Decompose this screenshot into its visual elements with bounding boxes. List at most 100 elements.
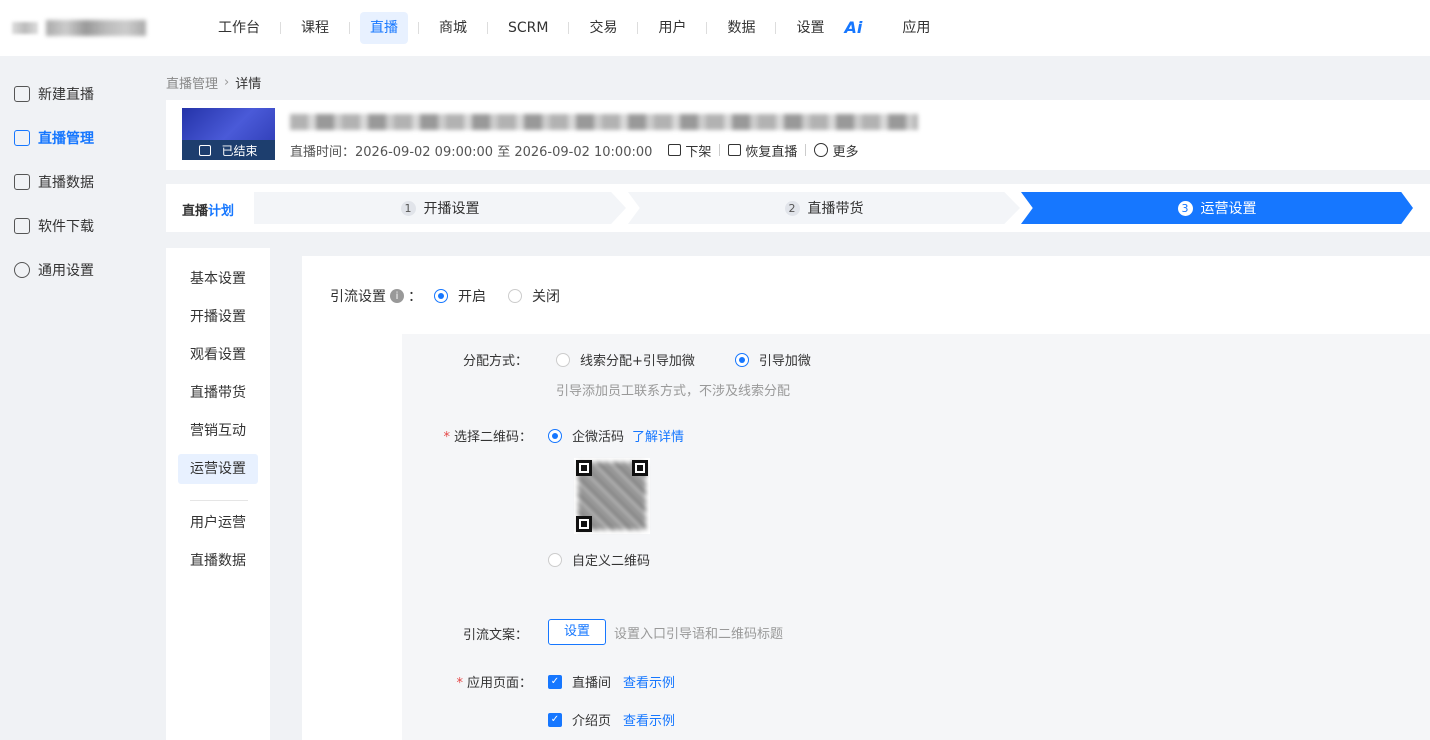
steps-bar: 直播计划 1 开播设置 2 直播带货 3 运营设置 [166, 184, 1430, 232]
submenu-start[interactable]: 开播设置 [178, 302, 258, 332]
sidebar-item-label: 直播数据 [38, 175, 94, 191]
nav-workbench[interactable]: 工作台 [208, 12, 270, 44]
step-start-settings[interactable]: 1 开播设置 [254, 192, 626, 224]
live-meta: 直播时间：2026-09-02 09:00:00 至 2026-09-02 10… [290, 140, 864, 160]
step-number: 3 [1177, 200, 1193, 216]
breadcrumb-parent[interactable]: 直播管理 [166, 73, 218, 92]
sidebar-item-new-live[interactable]: 新建直播 [14, 82, 94, 106]
required-mark: * [456, 676, 463, 691]
qr-code-image[interactable] [574, 458, 650, 534]
page-opt2-label: 介绍页 [572, 714, 612, 729]
submenu-commerce[interactable]: 直播带货 [178, 378, 258, 408]
assign-label: 分配方式： [462, 354, 528, 369]
live-manage-icon [14, 130, 30, 146]
unpublish-button[interactable]: 下架 [668, 141, 711, 160]
divider [719, 144, 721, 156]
assign-opt-wechat-radio[interactable]: 引导加微 [734, 350, 811, 369]
lead-on-radio[interactable]: 开启 [434, 286, 486, 306]
plan-prefix: 直播 [182, 204, 209, 219]
lead-setting-colon: ： [408, 289, 422, 305]
qr-option-row: 企微活码 了解详情 [548, 426, 684, 445]
page-opt-intro-row: ✓ 介绍页 查看示例 [548, 710, 675, 729]
lead-off-label: 关闭 [532, 289, 560, 305]
nav-course[interactable]: 课程 [291, 12, 339, 44]
nav-divider [706, 22, 708, 34]
resume-live-button[interactable]: 恢复直播 [728, 141, 797, 160]
content-panel: 引流设置 i ： 开启 关闭 分配方式： 线索分配+引导加微 引导加微 引导添加… [302, 256, 1430, 740]
qr-custom-radio[interactable]: 自定义二维码 [548, 550, 650, 569]
nav-divider [418, 22, 419, 34]
sidebar-item-label: 软件下载 [38, 219, 94, 235]
sidebar-item-live-data[interactable]: 直播数据 [14, 170, 94, 194]
plan-label: 直播计划 [182, 200, 234, 219]
video-icon [728, 144, 742, 156]
view-example-link[interactable]: 查看示例 [623, 672, 675, 691]
radio-checked-icon [434, 289, 448, 303]
brand-logo[interactable] [12, 18, 146, 38]
copy-settings-button[interactable]: 设置 [548, 619, 606, 645]
settings-submenu: 基本设置 开播设置 观看设置 直播带货 营销互动 运营设置 用户运营 直播数据 [166, 248, 270, 740]
lead-off-radio[interactable]: 关闭 [508, 286, 560, 306]
divider [805, 144, 807, 156]
nav-apps[interactable]: 应用 [892, 12, 940, 44]
submenu-user-ops[interactable]: 用户运营 [178, 508, 258, 538]
qr-finder-pattern [576, 460, 592, 476]
step-label: 运营设置 [1200, 201, 1257, 217]
required-mark: * [443, 430, 450, 445]
breadcrumb-current: 详情 [235, 76, 262, 92]
assign-opt1-label: 线索分配+引导加微 [580, 354, 695, 369]
unpublish-icon [668, 144, 682, 156]
sidebar-item-download[interactable]: 软件下载 [14, 214, 94, 238]
step-live-commerce[interactable]: 2 直播带货 [628, 192, 1020, 224]
qr-wecom-radio[interactable]: 企微活码 [548, 426, 624, 445]
lead-on-label: 开启 [458, 289, 486, 305]
radio-checked-icon [548, 428, 562, 443]
nav-trade[interactable]: 交易 [579, 12, 627, 44]
assign-opt-clue-radio[interactable]: 线索分配+引导加微 [556, 350, 695, 369]
qr-opt2-label: 自定义二维码 [572, 554, 651, 569]
checkbox-checked-icon: ✓ [548, 674, 562, 689]
sidebar-item-label: 新建直播 [38, 87, 94, 103]
more-button[interactable]: 更多 [814, 141, 858, 160]
copy-row: 设置 设置入口引导语和二维码标题 [548, 619, 783, 645]
main-nav: 工作台 课程 直播 商城 SCRM 交易 用户 数据 设置 Ai 应用 [208, 12, 940, 44]
sidebar-item-live-manage[interactable]: 直播管理 [14, 126, 94, 150]
plan-suffix: 计划 [208, 204, 235, 219]
submenu-marketing[interactable]: 营销互动 [178, 416, 258, 446]
gear-icon [14, 262, 30, 278]
nav-divider [349, 22, 350, 34]
qr-label: * 选择二维码： [402, 426, 532, 445]
nav-mall[interactable]: 商城 [429, 12, 477, 44]
submenu-basic[interactable]: 基本设置 [178, 264, 258, 294]
radio-unchecked-icon [548, 552, 562, 567]
info-icon[interactable]: i [390, 289, 404, 303]
ai-icon[interactable]: Ai [834, 12, 872, 44]
view-example-link[interactable]: 查看示例 [623, 710, 675, 729]
unpublish-label: 下架 [685, 144, 712, 160]
assign-hint: 引导添加员工联系方式，不涉及线索分配 [556, 384, 791, 399]
live-time: 直播时间：2026-09-02 09:00:00 至 2026-09-02 10… [290, 144, 653, 160]
calendar-icon [199, 144, 212, 156]
step-operation-settings[interactable]: 3 运营设置 [1021, 192, 1413, 224]
nav-users[interactable]: 用户 [648, 12, 696, 44]
submenu-watch[interactable]: 观看设置 [178, 340, 258, 370]
video-add-icon [14, 86, 30, 102]
resume-live-label: 恢复直播 [745, 144, 798, 160]
copy-label: 引流文案： [462, 628, 528, 643]
step-number: 1 [400, 200, 416, 216]
page-intro-checkbox[interactable]: ✓ 介绍页 [548, 710, 611, 729]
nav-scrm[interactable]: SCRM [498, 12, 558, 44]
nav-data[interactable]: 数据 [717, 12, 765, 44]
status-badge: 已结束 [182, 140, 275, 160]
nav-live[interactable]: 直播 [360, 12, 408, 44]
copy-hint: 设置入口引导语和二维码标题 [614, 626, 784, 642]
submenu-live-data[interactable]: 直播数据 [178, 546, 258, 576]
learn-more-link[interactable]: 了解详情 [632, 426, 684, 445]
nav-settings[interactable]: 设置 [786, 12, 834, 44]
step-label: 直播带货 [807, 201, 864, 217]
page-live-checkbox[interactable]: ✓ 直播间 [548, 672, 611, 691]
sidebar-item-settings[interactable]: 通用设置 [14, 258, 94, 282]
live-title-redacted [290, 114, 918, 130]
submenu-operation[interactable]: 运营设置 [178, 454, 258, 484]
sidebar-item-label: 直播管理 [38, 131, 94, 147]
